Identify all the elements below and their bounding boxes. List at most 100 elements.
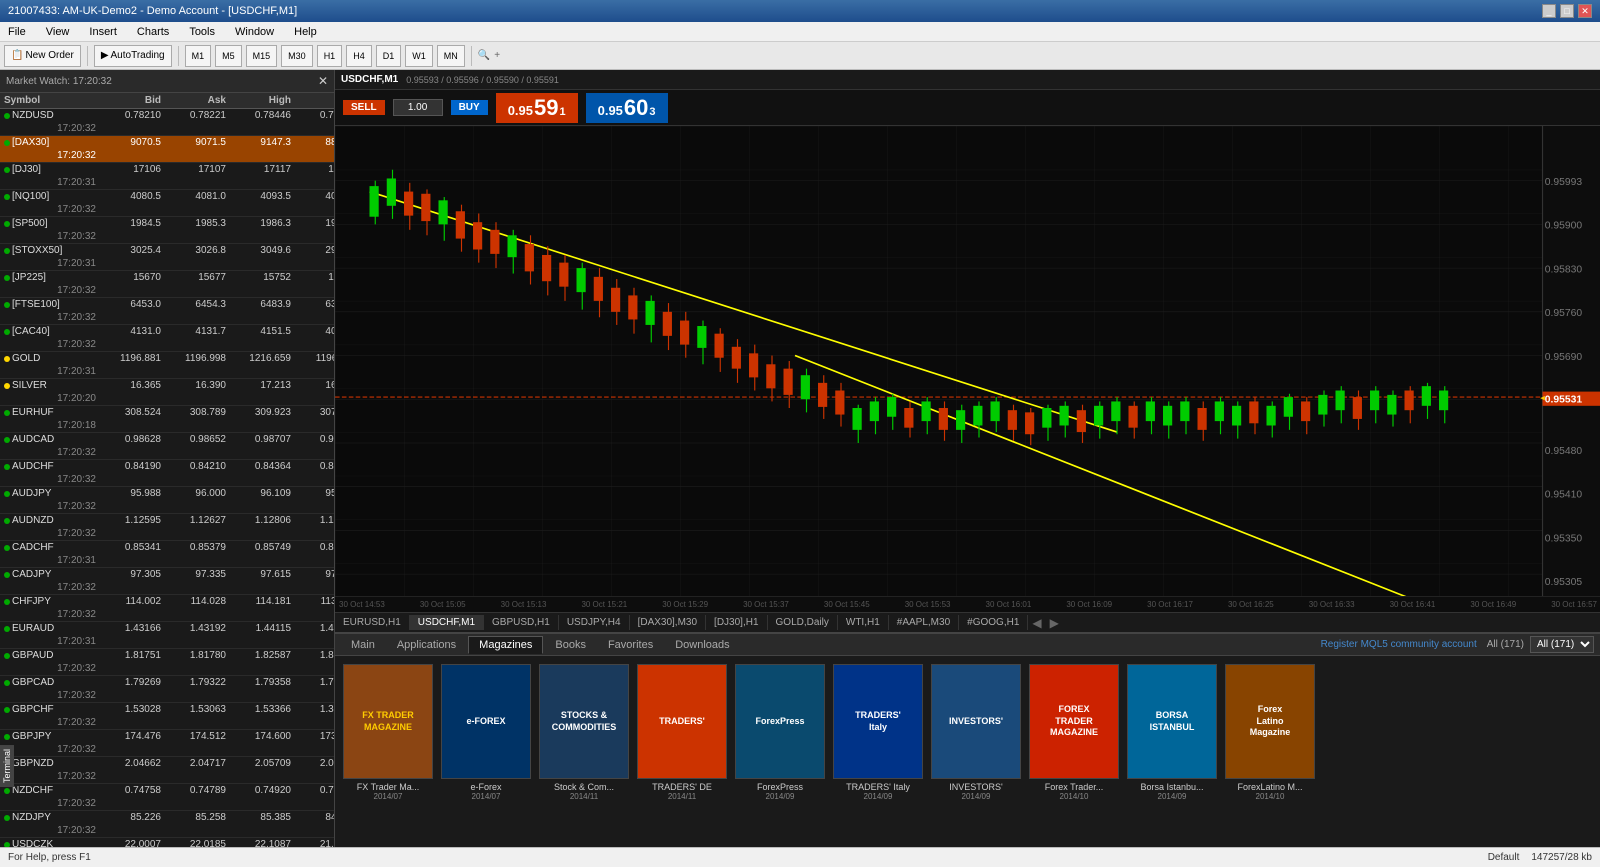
chart-canvas-container[interactable]: 0.95993 0.95900 0.95830 0.95760 0.95690 … xyxy=(335,126,1600,596)
status-file-size: 147257/28 kb xyxy=(1531,852,1592,863)
chart-tab-scroll[interactable]: ▶ xyxy=(1046,614,1063,632)
market-watch-row[interactable]: [DAX30]9070.59071.59147.38898.317:20:32 xyxy=(0,136,334,163)
market-watch-row[interactable]: CADCHF0.853410.853790.857490.8525217:20:… xyxy=(0,541,334,568)
tf-h4[interactable]: H4 xyxy=(346,45,372,67)
market-watch-row[interactable]: AUDNZD1.125951.126271.128061.1234717:20:… xyxy=(0,514,334,541)
market-watch-row[interactable]: [JP225]1567015677157521557217:20:32 xyxy=(0,271,334,298)
magazine-item[interactable]: INVESTORS'INVESTORS'2014/09 xyxy=(931,664,1021,801)
chart-price-info: 0.95593 / 0.95596 / 0.95590 / 0.95591 xyxy=(406,75,559,85)
chart-svg: 0.95993 0.95900 0.95830 0.95760 0.95690 … xyxy=(335,126,1600,596)
chart-tab-dj30-h1[interactable]: [DJ30],H1 xyxy=(706,615,767,630)
market-watch-row[interactable]: NZDJPY85.22685.25885.38584.63517:20:32 xyxy=(0,811,334,838)
market-watch-row[interactable]: GBPJPY174.476174.512174.600173.97417:20:… xyxy=(0,730,334,757)
chart-tab-add[interactable]: ◀ xyxy=(1028,614,1045,632)
market-watch-row[interactable]: GBPCHF1.530281.530631.533661.3255317:20:… xyxy=(0,703,334,730)
market-watch-row[interactable]: [FTSE100]6453.06454.36483.96377.317:20:3… xyxy=(0,298,334,325)
market-watch-row[interactable]: EURAUD1.431661.431921.441151.4289217:20:… xyxy=(0,622,334,649)
tf-w1[interactable]: W1 xyxy=(405,45,433,67)
chart-tab-goog-h1[interactable]: #GOOG,H1 xyxy=(959,615,1028,630)
magazine-item[interactable]: TRADERS'TRADERS' DE2014/11 xyxy=(637,664,727,801)
tab-main[interactable]: Main xyxy=(341,637,385,653)
market-watch-row[interactable]: [CAC40]4131.04131.74151.54049.417:20:32 xyxy=(0,325,334,352)
col-bid: Bid xyxy=(100,93,165,108)
magazine-item[interactable]: FOREX TRADER MAGAZINEForex Trader...2014… xyxy=(1029,664,1119,801)
tf-mn[interactable]: MN xyxy=(437,45,465,67)
tab-downloads[interactable]: Downloads xyxy=(665,637,739,653)
market-watch-row[interactable]: [SP500]1984.51985.31986.31965.117:20:32 xyxy=(0,217,334,244)
market-watch-row[interactable]: GBPAUD1.817511.817801.825871.8155717:20:… xyxy=(0,649,334,676)
time-label-8: 30 Oct 15:53 xyxy=(905,600,951,609)
magazine-item[interactable]: BORSA ISTANBULBorsa Istanbu...2014/09 xyxy=(1127,664,1217,801)
register-mql5-link[interactable]: Register MQL5 community account xyxy=(1321,639,1477,650)
market-watch-row[interactable]: AUDCHF0.841900.842100.843640.8367717:20:… xyxy=(0,460,334,487)
tf-h1[interactable]: H1 xyxy=(317,45,343,67)
menu-view[interactable]: View xyxy=(42,26,74,38)
time-label-2: 30 Oct 15:05 xyxy=(420,600,466,609)
chart-tab-usdjpy-h4[interactable]: USDJPY,H4 xyxy=(559,615,630,630)
market-watch-close-button[interactable]: ✕ xyxy=(318,74,328,88)
tf-m5[interactable]: M5 xyxy=(215,45,242,67)
magazine-title: TRADERS' Italy xyxy=(833,782,923,792)
menu-file[interactable]: File xyxy=(4,26,30,38)
market-watch-row[interactable]: EURHUF308.524308.789309.923307.98217:20:… xyxy=(0,406,334,433)
market-watch-row[interactable]: AUDJPY95.98896.00096.10995.37817:20:32 xyxy=(0,487,334,514)
tab-applications[interactable]: Applications xyxy=(387,637,466,653)
market-watch-row[interactable]: GBPCAD1.792691.793221.793581.7855117:20:… xyxy=(0,676,334,703)
market-watch-row[interactable]: USDCZK22.000722.018522.108721.938917:20:… xyxy=(0,838,334,847)
market-watch-row[interactable]: [STOXX50]3025.43026.83049.62962.617:20:3… xyxy=(0,244,334,271)
market-watch-row[interactable]: CHFJPY114.002114.028114.181113.64617:20:… xyxy=(0,595,334,622)
svg-text:0.95830: 0.95830 xyxy=(1545,265,1583,276)
bottom-panel: Main Applications Magazines Books Favori… xyxy=(335,632,1600,847)
market-watch-row[interactable]: NZDCHF0.747580.747890.749200.7424717:20:… xyxy=(0,784,334,811)
chart-tab-wti-h1[interactable]: WTI,H1 xyxy=(838,615,889,630)
market-watch-row[interactable]: AUDCAD0.986280.986520.987070.9807417:20:… xyxy=(0,433,334,460)
tf-m1[interactable]: M1 xyxy=(185,45,212,67)
menu-help[interactable]: Help xyxy=(290,26,321,38)
chart-tab-aapl-m30[interactable]: #AAPL,M30 xyxy=(889,615,959,630)
chart-tab-gbpusd-h1[interactable]: GBPUSD,H1 xyxy=(484,615,559,630)
market-watch-row[interactable]: GOLD1196.8811196.9981216.6591196.41117:2… xyxy=(0,352,334,379)
menu-insert[interactable]: Insert xyxy=(85,26,121,38)
minimize-button[interactable]: _ xyxy=(1542,4,1556,18)
tab-books[interactable]: Books xyxy=(545,637,596,653)
magazine-item[interactable]: Forex Latino MagazineForexLatino M...201… xyxy=(1225,664,1315,801)
chart-tab-usdchf-m1[interactable]: USDCHF,M1 xyxy=(410,615,484,630)
close-button[interactable]: ✕ xyxy=(1578,4,1592,18)
title-text: 21007433: AM-UK-Demo2 - Demo Account - [… xyxy=(8,5,297,17)
chart-tab-gold-daily[interactable]: GOLD,Daily xyxy=(768,615,838,630)
tf-m15[interactable]: M15 xyxy=(246,45,278,67)
menu-tools[interactable]: Tools xyxy=(185,26,219,38)
maximize-button[interactable]: □ xyxy=(1560,4,1574,18)
magazine-item[interactable]: TRADERS' ItalyTRADERS' Italy2014/09 xyxy=(833,664,923,801)
magazine-item[interactable]: e-FOREXe-Forex2014/07 xyxy=(441,664,531,801)
bottom-tabs-bar: Main Applications Magazines Books Favori… xyxy=(335,634,1600,656)
market-watch-row[interactable]: SILVER16.36516.39017.21316.34917:20:20 xyxy=(0,379,334,406)
toolbar-separator-1 xyxy=(87,46,88,66)
tab-favorites[interactable]: Favorites xyxy=(598,637,663,653)
market-watch-row[interactable]: [NQ100]4080.54081.04093.54051.617:20:32 xyxy=(0,190,334,217)
magazine-item[interactable]: STOCKS & COMMODITIESStock & Com...2014/1… xyxy=(539,664,629,801)
magazine-item[interactable]: FX TRADER MAGAZINEFX Trader Ma...2014/07 xyxy=(343,664,433,801)
market-watch-row[interactable]: GBPNZD2.046622.047172.057092.0426017:20:… xyxy=(0,757,334,784)
magazine-date: 2014/07 xyxy=(441,792,531,801)
tf-m30[interactable]: M30 xyxy=(281,45,313,67)
sell-price-display: 0.95 59 1 xyxy=(496,93,578,123)
chart-tab-dax30-m30[interactable]: [DAX30],M30 xyxy=(630,615,706,630)
market-watch-row[interactable]: CADJPY97.30597.33597.61597.19417:20:32 xyxy=(0,568,334,595)
market-watch-row[interactable]: NZDUSD0.782100.782210.784460.7765417:20:… xyxy=(0,109,334,136)
buy-button[interactable]: BUY xyxy=(451,100,488,115)
magazine-item[interactable]: ForexPressForexPress2014/09 xyxy=(735,664,825,801)
quantity-input[interactable]: 1.00 xyxy=(393,99,443,116)
tf-d1[interactable]: D1 xyxy=(376,45,402,67)
sell-button[interactable]: SELL xyxy=(343,100,385,115)
market-watch-row[interactable]: [DJ30]1710617107171171690417:20:31 xyxy=(0,163,334,190)
new-order-button[interactable]: 📋 New Order xyxy=(4,45,81,67)
autotrading-button[interactable]: ▶ AutoTrading xyxy=(94,45,172,67)
svg-text:0.95410: 0.95410 xyxy=(1545,490,1583,501)
chart-tab-eurusd-h1[interactable]: EURUSD,H1 xyxy=(335,615,410,630)
menu-charts[interactable]: Charts xyxy=(133,26,173,38)
svg-text:0.95900: 0.95900 xyxy=(1545,221,1583,232)
tab-magazines[interactable]: Magazines xyxy=(468,636,543,654)
menu-window[interactable]: Window xyxy=(231,26,278,38)
count-filter-select[interactable]: All (171) xyxy=(1530,636,1594,653)
